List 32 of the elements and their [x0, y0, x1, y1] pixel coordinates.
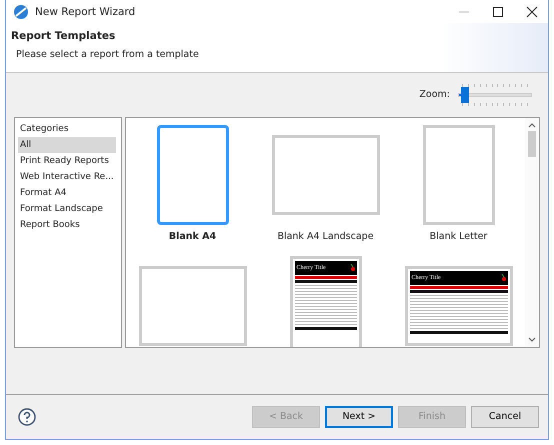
category-item[interactable]: Print Ready Reports [18, 152, 116, 169]
scroll-down-icon[interactable] [528, 336, 536, 343]
zoom-label: Zoom: [419, 89, 450, 100]
scroll-up-icon[interactable] [528, 122, 536, 128]
page-title: Report Templates [10, 29, 116, 42]
template-thumbnail[interactable] [422, 124, 494, 225]
zoom-slider[interactable] [458, 84, 532, 106]
page-description: Please select a report from a template [15, 48, 200, 60]
scroll-thumb[interactable] [528, 130, 536, 157]
scrollbar[interactable] [525, 118, 539, 347]
cherry-icon [500, 274, 506, 282]
template-thumbnail[interactable] [272, 134, 380, 215]
category-item[interactable]: Format A4 [18, 184, 116, 201]
categories-heading: Categories [19, 122, 70, 136]
window-title: New Report Wizard [35, 6, 136, 18]
template-thumbnail[interactable] [156, 124, 228, 225]
category-item[interactable]: Web Interactive Re... [18, 168, 116, 185]
template-label[interactable]: Blank Letter [430, 230, 488, 242]
app-icon [13, 4, 29, 20]
category-item[interactable]: All [18, 136, 116, 153]
wizard-button[interactable]: Cancel [471, 406, 539, 428]
template-label[interactable]: Blank A4 Landscape [277, 230, 374, 242]
close-icon[interactable] [526, 6, 538, 18]
category-item[interactable]: Format Landscape [18, 200, 116, 217]
help-icon[interactable] [18, 408, 36, 426]
template-thumbnail[interactable] [138, 266, 246, 346]
maximize-icon[interactable] [492, 6, 504, 18]
wizard-button[interactable]: Next > [325, 406, 393, 428]
cherry-icon [350, 264, 354, 272]
category-item[interactable]: Report Books [18, 216, 116, 233]
template-label[interactable]: Blank A4 [168, 230, 216, 242]
report-rows-drawing [294, 280, 356, 330]
